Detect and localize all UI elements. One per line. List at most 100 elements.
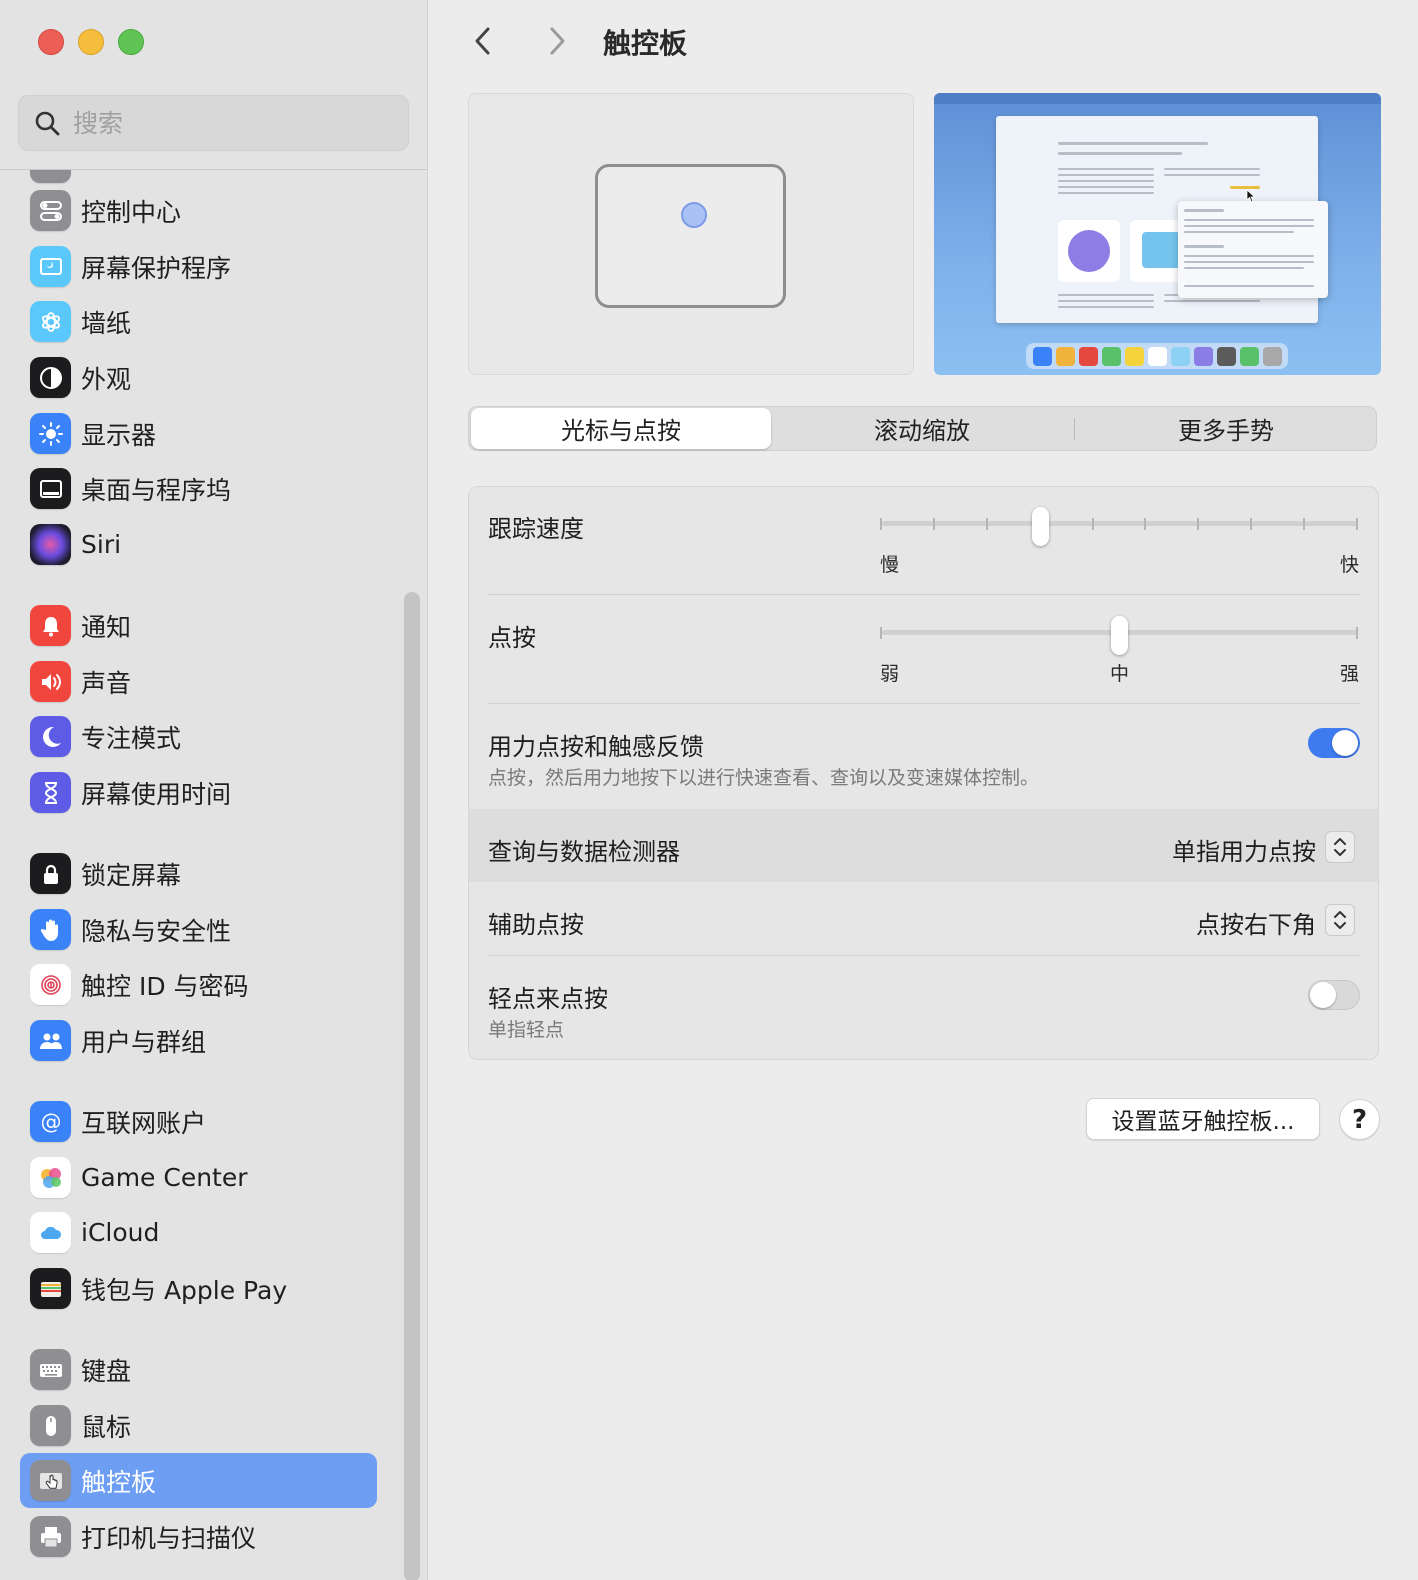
- forward-button[interactable]: [539, 24, 573, 58]
- sidebar-item-focus[interactable]: 专注模式: [20, 709, 377, 764]
- trackpad-illustration: [595, 164, 786, 308]
- sidebar-item-displays[interactable]: 显示器: [20, 406, 377, 461]
- sidebar-item-icloud[interactable]: iCloud: [20, 1205, 377, 1260]
- lock-screen-icon: [30, 853, 71, 894]
- close-window-button[interactable]: [38, 29, 64, 55]
- help-button[interactable]: ?: [1339, 1099, 1380, 1140]
- sidebar-item-screen-time[interactable]: 屏幕使用时间: [20, 765, 377, 820]
- slider-tick: [932, 518, 935, 530]
- sidebar-item-mouse[interactable]: 鼠标: [20, 1398, 377, 1453]
- sound-icon: [30, 661, 71, 702]
- tab-scroll-zoom[interactable]: 滚动缩放: [771, 407, 1073, 450]
- appearance-icon: [30, 357, 71, 398]
- sidebar-item-internet-accounts[interactable]: @ 互联网账户: [20, 1094, 377, 1149]
- sidebar-item-control-center[interactable]: 控制中心: [20, 183, 377, 238]
- tracking-speed-min: 慢: [880, 554, 900, 576]
- tracking-speed-max: 快: [1340, 554, 1360, 576]
- click-pressure-max: 强: [1340, 663, 1360, 685]
- tracking-speed-label: 跟踪速度: [488, 515, 584, 543]
- desktop-dock-icon: [30, 468, 71, 509]
- lookup-popup-preview: [1178, 201, 1328, 298]
- trackpad-gesture-preview: [468, 93, 914, 375]
- sidebar-item-label: 键盘: [81, 1356, 132, 1386]
- sidebar-item-appearance[interactable]: 外观: [20, 350, 377, 405]
- back-button[interactable]: [467, 24, 501, 58]
- keyboard-icon: [30, 1349, 71, 1390]
- sidebar-item-label: 打印机与扫描仪: [81, 1523, 257, 1553]
- sidebar-item-label: 锁定屏幕: [81, 860, 182, 890]
- tracking-speed-slider[interactable]: [880, 507, 1360, 547]
- minimize-window-button[interactable]: [78, 29, 104, 55]
- tap-to-click-toggle[interactable]: [1308, 980, 1360, 1010]
- icloud-icon: [30, 1212, 71, 1253]
- siri-icon: [30, 524, 71, 565]
- sidebar-item-siri[interactable]: Siri: [20, 517, 377, 572]
- wallpaper-icon: [30, 301, 71, 342]
- slider-tick: [1197, 518, 1200, 530]
- click-pressure-slider[interactable]: [880, 616, 1360, 656]
- gesture-tabs: 光标与点按 滚动缩放 更多手势: [468, 406, 1377, 451]
- sidebar-item-label: 钱包与 Apple Pay: [81, 1275, 288, 1305]
- sidebar-item-screensaver[interactable]: 屏幕保护程序: [20, 239, 377, 294]
- internet-accounts-icon: @: [30, 1101, 71, 1142]
- tab-point-click[interactable]: 光标与点按: [471, 408, 771, 449]
- search-input[interactable]: [73, 108, 393, 138]
- sidebar-item-printers[interactable]: 打印机与扫描仪: [20, 1509, 377, 1564]
- sidebar-item-label: 触控板: [81, 1467, 157, 1497]
- click-pressure-mid: 中: [1110, 663, 1130, 685]
- sidebar-item-desktop-dock[interactable]: 桌面与程序坞: [20, 461, 377, 516]
- tracking-speed-knob[interactable]: [1031, 507, 1049, 546]
- sidebar-item-users-groups[interactable]: 用户与群组: [20, 1013, 377, 1068]
- trackpad-icon: [30, 1460, 71, 1501]
- wallet-icon: [30, 1268, 71, 1309]
- tab-more-gestures[interactable]: 更多手势: [1075, 407, 1377, 450]
- touch-id-icon: [30, 964, 71, 1005]
- sidebar-item-privacy[interactable]: 隐私与安全性: [20, 902, 377, 957]
- sidebar-item-keyboard[interactable]: 键盘: [20, 1342, 377, 1397]
- sidebar-item-wallet[interactable]: 钱包与 Apple Pay: [20, 1261, 377, 1316]
- up-down-chevron-icon: [1334, 838, 1346, 856]
- secondary-click-value[interactable]: 点按右下角: [1196, 905, 1316, 940]
- force-click-toggle[interactable]: [1308, 728, 1360, 758]
- slider-tick: [1091, 518, 1094, 530]
- cursor-icon: [1246, 189, 1256, 203]
- sidebar-item-label: 屏幕保护程序: [81, 253, 232, 283]
- slider-tick: [1144, 518, 1147, 530]
- tap-to-click-label: 轻点来点按: [488, 985, 608, 1013]
- zoom-window-button[interactable]: [118, 29, 144, 55]
- control-center-icon: [30, 190, 71, 231]
- lookup-popup-button[interactable]: [1325, 831, 1355, 863]
- sidebar-item-touch-id[interactable]: 触控 ID 与密码: [20, 957, 377, 1012]
- setup-bluetooth-trackpad-button[interactable]: 设置蓝牙触控板...: [1086, 1098, 1320, 1140]
- slider-tick: [880, 518, 882, 530]
- sidebar-item-game-center[interactable]: Game Center: [20, 1150, 377, 1205]
- page-title: 触控板: [603, 27, 688, 60]
- mouse-icon: [30, 1405, 71, 1446]
- click-pressure-label: 点按: [488, 624, 536, 652]
- screen-time-icon: [30, 772, 71, 813]
- sidebar-item-sound[interactable]: 声音: [20, 654, 377, 709]
- sidebar-item-wallpaper[interactable]: 墙纸: [20, 294, 377, 349]
- tap-to-click-description: 单指轻点: [488, 1019, 565, 1041]
- search-box[interactable]: [18, 95, 409, 151]
- sidebar-item-label: 鼠标: [81, 1412, 132, 1442]
- generic-icon: [30, 170, 71, 183]
- settings-card: 跟踪速度 慢 快 点按 弱 中 强 用力点按和触感反馈 点按，然后用力地按下以进…: [468, 486, 1379, 1060]
- search-icon: [35, 111, 60, 136]
- privacy-hand-icon: [30, 909, 71, 950]
- notifications-icon: [30, 605, 71, 646]
- up-down-chevron-icon: [1334, 911, 1346, 929]
- sidebar-item-label: 通知: [81, 612, 132, 642]
- sidebar-item-notifications[interactable]: 通知: [20, 598, 377, 653]
- sidebar-scrollbar[interactable]: [404, 592, 420, 1580]
- sidebar-item-trackpad[interactable]: 触控板: [20, 1453, 377, 1508]
- sidebar-item-lock-screen[interactable]: 锁定屏幕: [20, 846, 377, 901]
- secondary-click-popup-button[interactable]: [1325, 904, 1355, 936]
- demo-dock: [1026, 343, 1288, 369]
- sidebar-item-label: 控制中心: [81, 197, 182, 227]
- sidebar-item-label: 专注模式: [81, 723, 182, 753]
- click-pressure-knob[interactable]: [1111, 616, 1128, 655]
- lookup-value[interactable]: 单指用力点按: [1172, 832, 1316, 867]
- sidebar-item-label: iCloud: [81, 1218, 160, 1247]
- secondary-click-label: 辅助点按: [488, 911, 584, 939]
